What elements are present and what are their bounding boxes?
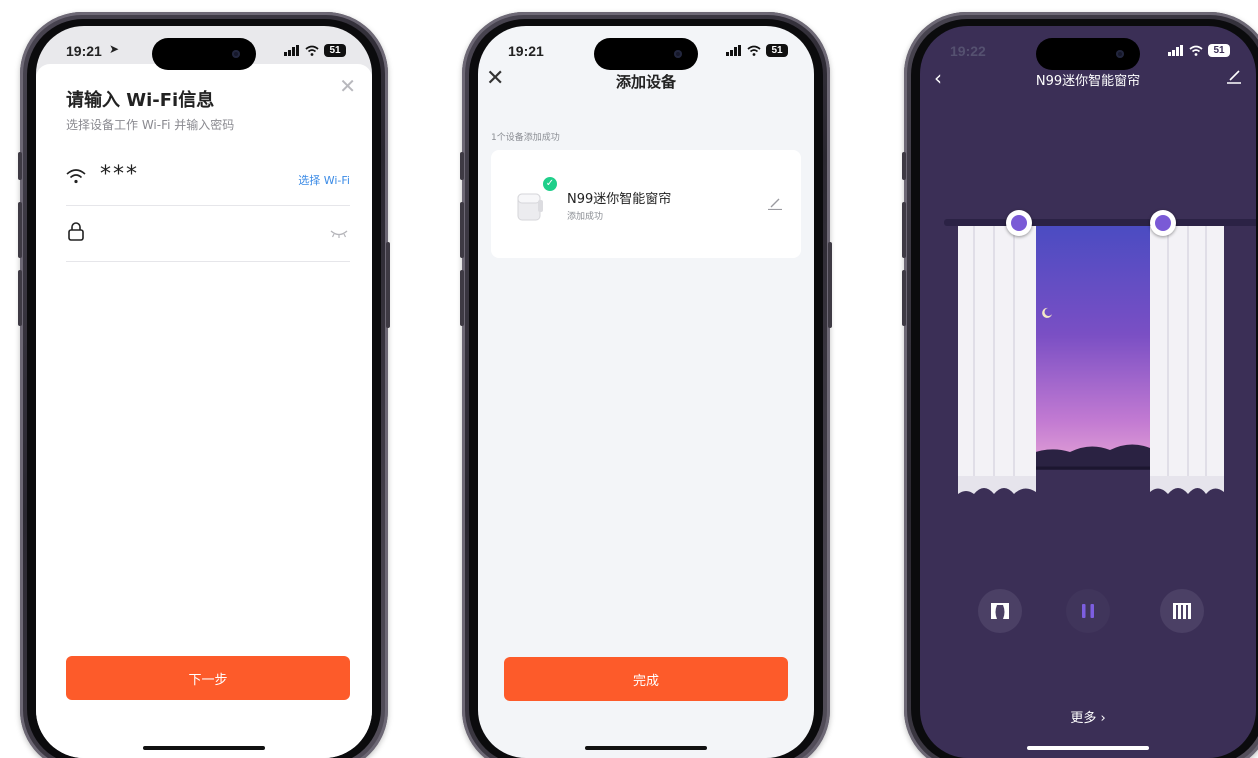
home-indicator[interactable] (1027, 746, 1149, 750)
device-card[interactable]: ✓ N99迷你智能窗帘 添加成功 (491, 150, 801, 258)
wifi-name-field[interactable]: *** (100, 162, 139, 187)
phone-frame-curtain-control: 19:22 51 ‹ N99迷你智能窗帘 更多 › (902, 12, 1258, 758)
lock-icon (68, 222, 84, 241)
status-time: 19:22 (950, 43, 986, 59)
add-device-screen: 19:21 51 ✕ 添加设备 1个设备添加成功 ✓ N99迷你智能窗帘 添加成… (478, 26, 814, 758)
power-button (386, 242, 390, 328)
dynamic-island (152, 38, 256, 70)
cellular-signal-icon (726, 45, 741, 56)
device-status: 添加成功 (567, 212, 604, 222)
close-curtain-icon (1173, 603, 1191, 619)
wifi-icon (66, 169, 86, 184)
page-title: 请输入 Wi-Fi信息 (66, 90, 215, 111)
edit-icon[interactable] (767, 198, 783, 210)
dynamic-island (1036, 38, 1140, 70)
dynamic-island (594, 38, 698, 70)
eye-closed-icon[interactable] (330, 230, 348, 238)
left-curtain-handle[interactable] (1006, 210, 1032, 236)
close-icon[interactable]: ✕ (339, 74, 356, 98)
home-indicator[interactable] (143, 746, 265, 750)
wifi-status-icon (747, 45, 761, 56)
open-curtain-icon (991, 603, 1009, 619)
phone-frame-wifi: 19:21 ➤ 51 ✕ 请输入 Wi-Fi信息 选择设备工作 Wi-Fi 并输… (18, 12, 390, 758)
next-button[interactable]: 下一步 (66, 656, 350, 700)
location-arrow-icon: ➤ (109, 42, 120, 56)
curtain-motor-icon (517, 193, 543, 221)
status-time: 19:21 (66, 43, 102, 59)
cellular-signal-icon (1168, 45, 1183, 56)
page-subtitle: 选择设备工作 Wi-Fi 并输入密码 (66, 118, 235, 132)
page-title: N99迷你智能窗帘 (1035, 74, 1141, 89)
volume-down-button (460, 270, 464, 326)
success-caption: 1个设备添加成功 (491, 133, 560, 143)
open-curtain-button[interactable] (978, 589, 1022, 633)
status-time: 19:21 (508, 43, 544, 59)
device-name: N99迷你智能窗帘 (567, 192, 672, 207)
curtain-control-screen: 19:22 51 ‹ N99迷你智能窗帘 更多 › (920, 26, 1256, 758)
battery-icon: 51 (1208, 44, 1230, 57)
cellular-signal-icon (284, 45, 299, 56)
more-link[interactable]: 更多 › (920, 707, 1256, 726)
left-curtain (958, 226, 1036, 494)
volume-up-button (902, 202, 906, 258)
wifi-ssid-row[interactable]: *** 选择 Wi-Fi (66, 150, 350, 206)
pause-button[interactable] (1066, 589, 1110, 633)
side-button (460, 152, 464, 180)
page-title: 添加设备 (615, 73, 676, 91)
wifi-password-row[interactable] (66, 206, 350, 262)
curtain-rail (944, 219, 1256, 226)
wifi-status-icon (305, 45, 319, 56)
home-indicator[interactable] (585, 746, 707, 750)
volume-down-button (18, 270, 22, 326)
volume-up-button (18, 202, 22, 258)
success-check-icon: ✓ (541, 175, 559, 193)
right-curtain-handle[interactable] (1150, 210, 1176, 236)
volume-down-button (902, 270, 906, 326)
right-curtain (1150, 226, 1224, 494)
volume-up-button (460, 202, 464, 258)
side-button (902, 152, 906, 180)
battery-icon: 51 (324, 44, 346, 57)
choose-wifi-link[interactable]: 选择 Wi-Fi (298, 172, 350, 188)
battery-icon: 51 (766, 44, 788, 57)
done-button[interactable]: 完成 (504, 657, 788, 701)
edit-icon[interactable] (1226, 70, 1242, 84)
wifi-info-screen: 19:21 ➤ 51 ✕ 请输入 Wi-Fi信息 选择设备工作 Wi-Fi 并输… (36, 26, 372, 758)
night-sky-window (1030, 224, 1150, 470)
pause-icon (1082, 604, 1094, 618)
phone-frame-add-device: 19:21 51 ✕ 添加设备 1个设备添加成功 ✓ N99迷你智能窗帘 添加成… (460, 12, 832, 758)
side-button (18, 152, 22, 180)
power-button (828, 242, 832, 328)
wifi-status-icon (1189, 45, 1203, 56)
close-curtain-button[interactable] (1160, 589, 1204, 633)
